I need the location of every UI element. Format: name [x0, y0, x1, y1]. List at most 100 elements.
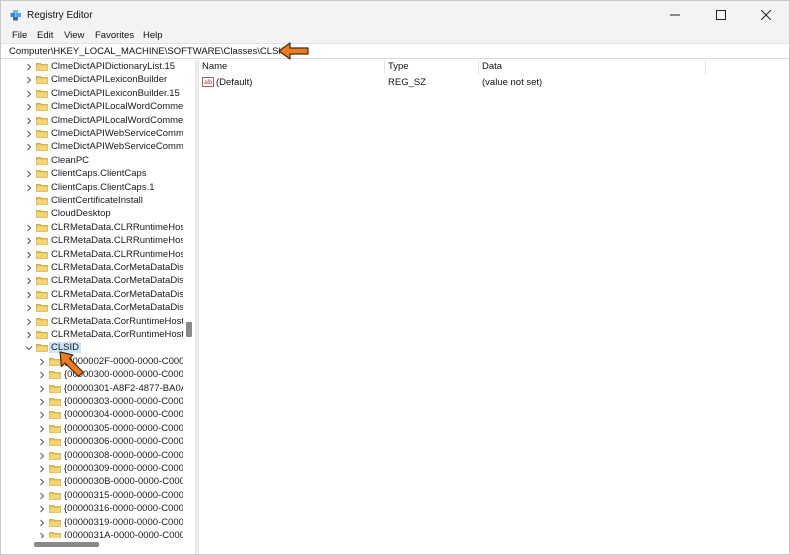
tree-child-item[interactable]: {00000301-A8F2-4877-BA0A — [1, 382, 185, 395]
tree-child-item[interactable]: {00000316-0000-0000-C000- — [1, 502, 185, 515]
chevron-right-icon[interactable] — [25, 143, 33, 151]
chevron-down-icon[interactable] — [25, 344, 33, 352]
tree-item[interactable]: ClmeDictAPILexiconBuilder — [1, 73, 185, 86]
chevron-right-icon[interactable] — [25, 304, 33, 312]
column-divider[interactable] — [478, 60, 479, 74]
chevron-right-icon[interactable] — [25, 277, 33, 285]
chevron-right-icon[interactable] — [38, 452, 46, 460]
chevron-right-icon[interactable] — [38, 465, 46, 473]
tree-item[interactable]: CLRMetaData.CLRRuntimeHost. — [1, 248, 185, 261]
folder-icon — [36, 76, 48, 85]
column-header-type[interactable]: Type — [388, 61, 409, 72]
tree-item[interactable]: CLRMetaData.CorMetaDataDisp — [1, 274, 185, 287]
column-divider[interactable] — [384, 60, 385, 74]
value-type: REG_SZ — [388, 77, 427, 88]
tree-item[interactable]: ClientCaps.ClientCaps — [1, 167, 185, 180]
chevron-right-icon[interactable] — [25, 251, 33, 259]
tree-item[interactable]: CLRMetaData.CorMetaDataDisp — [1, 261, 185, 274]
folder-icon — [36, 331, 48, 339]
chevron-right-icon[interactable] — [38, 411, 46, 419]
tree-item[interactable]: ClmeDictAPIWebServiceComme — [1, 140, 185, 153]
tree-child-item[interactable]: {00000300-0000-0000-C000- — [1, 368, 185, 381]
chevron-right-icon[interactable] — [25, 224, 33, 232]
folder-icon — [49, 411, 61, 420]
chevron-right-icon[interactable] — [25, 117, 33, 125]
column-header-name[interactable]: Name — [202, 61, 227, 72]
chevron-right-icon[interactable] — [38, 385, 46, 393]
chevron-right-icon[interactable] — [25, 331, 33, 339]
tree-item[interactable]: ClientCertificateInstall — [1, 194, 185, 207]
chevron-right-icon[interactable] — [38, 358, 46, 366]
chevron-right-icon[interactable] — [25, 103, 33, 111]
tree-child-item[interactable]: {00000315-0000-0000-C000- — [1, 489, 185, 502]
tree-child-item[interactable]: {00000303-0000-0000-C000- — [1, 395, 185, 408]
tree-item-label: CLRMetaData.CorMetaDataDisp — [51, 262, 183, 273]
menu-help[interactable]: Help — [143, 30, 163, 41]
chevron-right-icon[interactable] — [25, 264, 33, 272]
chevron-right-icon[interactable] — [38, 519, 46, 527]
column-header-data[interactable]: Data — [482, 61, 502, 72]
tree-child-item[interactable]: {0000031A-0000-0000-C000- — [1, 529, 185, 538]
registry-app-icon — [10, 10, 21, 21]
tree-item[interactable]: ClientCaps.ClientCaps.1 — [1, 181, 185, 194]
tree-child-item[interactable]: {00000319-0000-0000-C000- — [1, 516, 185, 529]
chevron-right-icon[interactable] — [25, 130, 33, 138]
minimize-button[interactable] — [652, 1, 698, 29]
chevron-right-icon[interactable] — [38, 398, 46, 406]
chevron-right-icon[interactable] — [25, 184, 33, 192]
chevron-right-icon[interactable] — [25, 318, 33, 326]
values-list-pane[interactable]: Name Type Data ab (Default) REG_SZ (valu… — [199, 60, 789, 554]
close-button[interactable] — [743, 1, 789, 29]
tree-horizontal-scrollbar[interactable] — [1, 538, 195, 554]
tree-horizontal-scroll-thumb[interactable] — [34, 542, 99, 547]
tree-child-item[interactable]: {0000002F-0000-0000-C000- — [1, 355, 185, 368]
chevron-right-icon[interactable] — [25, 291, 33, 299]
chevron-right-icon[interactable] — [25, 237, 33, 245]
tree-child-item[interactable]: {0000030B-0000-0000-C000- — [1, 475, 185, 488]
chevron-right-icon[interactable] — [38, 438, 46, 446]
tree-item[interactable]: ClmeDictAPILexiconBuilder.15 — [1, 87, 185, 100]
tree-item[interactable]: CLRMetaData.CLRRuntimeHost. — [1, 234, 185, 247]
chevron-right-icon[interactable] — [38, 425, 46, 433]
folder-icon — [36, 183, 48, 192]
tree-child-item[interactable]: {00000305-0000-0000-C000- — [1, 422, 185, 435]
address-bar[interactable]: Computer\HKEY_LOCAL_MACHINE\SOFTWARE\Cla… — [1, 43, 789, 59]
menu-favorites[interactable]: Favorites — [95, 30, 134, 41]
key-tree-pane[interactable]: ClmeDictAPIDictionaryList.15 ClmeDictAPIL… — [1, 60, 195, 538]
chevron-right-icon[interactable] — [38, 371, 46, 379]
tree-vertical-scrollbar[interactable] — [184, 60, 193, 538]
chevron-right-icon[interactable] — [25, 63, 33, 71]
tree-item[interactable]: CLRMetaData.CorRuntimeHost — [1, 315, 185, 328]
folder-icon — [49, 451, 61, 460]
tree-item[interactable]: CleanPC — [1, 154, 185, 167]
tree-child-item[interactable]: {00000308-0000-0000-C000- — [1, 449, 185, 462]
tree-item-clsid[interactable]: CLSID — [1, 341, 185, 354]
maximize-icon — [716, 10, 726, 20]
chevron-right-icon[interactable] — [38, 505, 46, 513]
menu-edit[interactable]: Edit — [37, 30, 53, 41]
chevron-right-icon[interactable] — [25, 90, 33, 98]
chevron-right-icon[interactable] — [25, 76, 33, 84]
tree-item[interactable]: CLRMetaData.CLRRuntimeHost — [1, 221, 185, 234]
tree-item[interactable]: CLRMetaData.CorRuntimeHost.2 — [1, 328, 185, 341]
tree-item[interactable]: CLRMetaData.CorMetaDataDisp — [1, 288, 185, 301]
column-divider[interactable] — [705, 60, 706, 74]
menu-view[interactable]: View — [64, 30, 84, 41]
value-row[interactable]: ab (Default) REG_SZ (value not set) — [199, 75, 787, 89]
tree-item[interactable]: ClmeDictAPIWebServiceComme — [1, 127, 185, 140]
tree-child-item[interactable]: {00000304-0000-0000-C000- — [1, 408, 185, 421]
maximize-button[interactable] — [698, 1, 744, 29]
tree-item[interactable]: ClmeDictAPILocalWordCommer — [1, 100, 185, 113]
chevron-right-icon[interactable] — [38, 492, 46, 500]
chevron-right-icon[interactable] — [38, 478, 46, 486]
address-path[interactable]: Computer\HKEY_LOCAL_MACHINE\SOFTWARE\Cla… — [9, 46, 288, 57]
tree-item[interactable]: ClmeDictAPIDictionaryList.15 — [1, 60, 185, 73]
chevron-right-icon[interactable] — [25, 170, 33, 178]
tree-item[interactable]: CLRMetaData.CorMetaDataDisp — [1, 301, 185, 314]
tree-item[interactable]: CloudDesktop — [1, 207, 185, 220]
tree-child-item[interactable]: {00000309-0000-0000-C000- — [1, 462, 185, 475]
tree-child-item[interactable]: {00000306-0000-0000-C000- — [1, 435, 185, 448]
tree-vertical-scroll-thumb[interactable] — [186, 322, 192, 337]
menu-file[interactable]: File — [12, 30, 27, 41]
tree-item[interactable]: ClmeDictAPILocalWordCommer — [1, 114, 185, 127]
